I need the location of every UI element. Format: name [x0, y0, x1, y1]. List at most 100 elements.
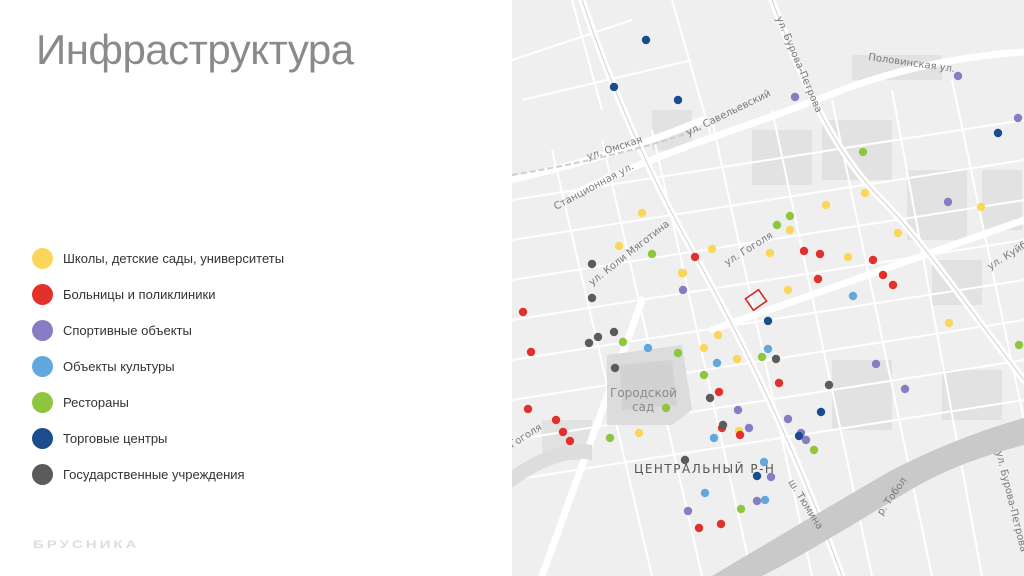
gov-marker[interactable]	[584, 338, 594, 348]
mall-marker[interactable]	[641, 35, 651, 45]
restaurant-marker[interactable]	[673, 348, 683, 358]
culture-marker[interactable]	[760, 495, 770, 505]
gov-marker[interactable]	[680, 455, 690, 465]
restaurant-marker[interactable]	[757, 352, 767, 362]
restaurant-marker[interactable]	[785, 211, 795, 221]
hospital-marker[interactable]	[526, 347, 536, 357]
gov-marker[interactable]	[609, 327, 619, 337]
sport-marker[interactable]	[744, 423, 754, 433]
mall-marker[interactable]	[609, 82, 619, 92]
restaurant-marker[interactable]	[809, 445, 819, 455]
restaurant-marker[interactable]	[699, 370, 709, 380]
culture-marker[interactable]	[709, 433, 719, 443]
hospital-marker[interactable]	[774, 378, 784, 388]
gov-marker[interactable]	[824, 380, 834, 390]
hospital-marker[interactable]	[735, 430, 745, 440]
school-marker[interactable]	[860, 188, 870, 198]
culture-marker[interactable]	[763, 344, 773, 354]
sport-marker[interactable]	[766, 472, 776, 482]
restaurant-marker[interactable]	[618, 337, 628, 347]
hospital-marker[interactable]	[813, 274, 823, 284]
hospital-marker[interactable]	[518, 307, 528, 317]
restaurant-marker[interactable]	[647, 249, 657, 259]
school-marker[interactable]	[634, 428, 644, 438]
restaurant-marker[interactable]	[736, 504, 746, 514]
sport-marker[interactable]	[900, 384, 910, 394]
map[interactable]: Половинская ул. ул. Бурова-Петрова ул. С…	[512, 0, 1024, 576]
mall-marker[interactable]	[763, 316, 773, 326]
legend-item-school: Школы, детские сады, университеты	[32, 240, 284, 276]
mall-marker[interactable]	[794, 431, 804, 441]
school-marker[interactable]	[843, 252, 853, 262]
hospital-marker[interactable]	[523, 404, 533, 414]
school-marker[interactable]	[614, 241, 624, 251]
school-marker[interactable]	[677, 268, 687, 278]
hospital-marker[interactable]	[878, 270, 888, 280]
hospital-marker[interactable]	[714, 387, 724, 397]
mall-marker[interactable]	[752, 471, 762, 481]
left-panel: Инфраструктура Школы, детские сады, унив…	[0, 0, 512, 576]
school-marker[interactable]	[713, 330, 723, 340]
restaurant-marker[interactable]	[772, 220, 782, 230]
legend-item-restaurant: Рестораны	[32, 384, 284, 420]
hospital-marker[interactable]	[690, 252, 700, 262]
sport-marker[interactable]	[783, 414, 793, 424]
gov-marker[interactable]	[610, 363, 620, 373]
gov-marker[interactable]	[705, 393, 715, 403]
school-marker[interactable]	[821, 200, 831, 210]
gov-marker[interactable]	[587, 293, 597, 303]
sport-marker[interactable]	[790, 92, 800, 102]
gov-marker[interactable]	[718, 420, 728, 430]
sport-marker[interactable]	[871, 359, 881, 369]
gov-marker[interactable]	[771, 354, 781, 364]
restaurant-marker[interactable]	[1014, 340, 1024, 350]
hospital-marker[interactable]	[716, 519, 726, 529]
sport-marker[interactable]	[683, 506, 693, 516]
restaurant-marker[interactable]	[661, 403, 671, 413]
mall-marker[interactable]	[673, 95, 683, 105]
sport-marker[interactable]	[678, 285, 688, 295]
sport-marker[interactable]	[733, 405, 743, 415]
school-marker[interactable]	[707, 244, 717, 254]
culture-marker[interactable]	[848, 291, 858, 301]
sport-marker[interactable]	[943, 197, 953, 207]
sport-marker[interactable]	[1013, 113, 1023, 123]
hospital-marker[interactable]	[565, 436, 575, 446]
sport-marker[interactable]	[752, 496, 762, 506]
gov-marker[interactable]	[587, 259, 597, 269]
hospital-marker[interactable]	[799, 246, 809, 256]
school-marker[interactable]	[783, 285, 793, 295]
legend-label: Рестораны	[63, 394, 129, 410]
restaurant-marker-icon	[32, 391, 53, 413]
gov-marker[interactable]	[593, 332, 603, 342]
school-marker[interactable]	[637, 208, 647, 218]
mall-marker[interactable]	[816, 407, 826, 417]
school-marker[interactable]	[699, 343, 709, 353]
legend-item-mall: Торговые центры	[32, 420, 284, 456]
sport-marker[interactable]	[953, 71, 963, 81]
legend-label: Спортивные объекты	[63, 322, 192, 338]
legend-label: Государственные учреждения	[63, 466, 245, 482]
culture-marker[interactable]	[700, 488, 710, 498]
hospital-marker[interactable]	[888, 280, 898, 290]
school-marker[interactable]	[976, 202, 986, 212]
hospital-marker[interactable]	[551, 415, 561, 425]
sport-marker-icon	[32, 319, 53, 341]
school-marker[interactable]	[785, 225, 795, 235]
school-marker[interactable]	[893, 228, 903, 238]
culture-marker[interactable]	[759, 457, 769, 467]
school-marker[interactable]	[944, 318, 954, 328]
restaurant-marker[interactable]	[605, 433, 615, 443]
school-marker[interactable]	[732, 354, 742, 364]
hospital-marker[interactable]	[815, 249, 825, 259]
culture-marker[interactable]	[712, 358, 722, 368]
legend-item-hospital: Больницы и поликлиники	[32, 276, 284, 312]
hospital-marker[interactable]	[558, 427, 568, 437]
hospital-marker[interactable]	[868, 255, 878, 265]
mall-marker[interactable]	[993, 128, 1003, 138]
culture-marker[interactable]	[643, 343, 653, 353]
culture-marker-icon	[32, 355, 53, 377]
hospital-marker[interactable]	[694, 523, 704, 533]
school-marker[interactable]	[765, 248, 775, 258]
restaurant-marker[interactable]	[858, 147, 868, 157]
